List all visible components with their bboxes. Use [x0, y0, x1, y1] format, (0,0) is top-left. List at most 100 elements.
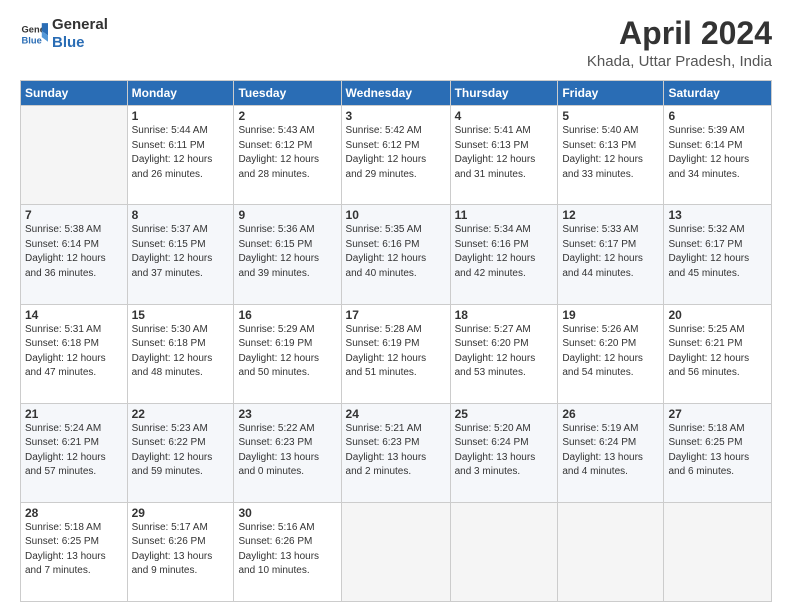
day-number: 21 [25, 407, 123, 421]
day-info: Sunrise: 5:39 AM Sunset: 6:14 PM Dayligh… [668, 124, 767, 182]
calendar-week-row-4: 21Sunrise: 5:24 AM Sunset: 6:21 PM Dayli… [21, 403, 772, 502]
day-number: 1 [132, 109, 230, 123]
calendar-week-row-2: 7Sunrise: 5:38 AM Sunset: 6:14 PM Daylig… [21, 205, 772, 304]
calendar-cell: 15Sunrise: 5:30 AM Sunset: 6:18 PM Dayli… [127, 304, 234, 403]
calendar-week-row-5: 28Sunrise: 5:18 AM Sunset: 6:25 PM Dayli… [21, 502, 772, 601]
calendar-cell: 5Sunrise: 5:40 AM Sunset: 6:13 PM Daylig… [558, 106, 664, 205]
page: General Blue General Blue April 2024 Kha… [0, 0, 792, 612]
logo-text: General Blue [52, 16, 108, 52]
day-number: 26 [562, 407, 659, 421]
calendar-cell: 30Sunrise: 5:16 AM Sunset: 6:26 PM Dayli… [234, 502, 341, 601]
day-info: Sunrise: 5:25 AM Sunset: 6:21 PM Dayligh… [668, 323, 767, 381]
header: General Blue General Blue April 2024 Kha… [20, 16, 772, 70]
calendar-cell: 10Sunrise: 5:35 AM Sunset: 6:16 PM Dayli… [341, 205, 450, 304]
day-number: 11 [455, 208, 554, 222]
day-number: 19 [562, 308, 659, 322]
day-info: Sunrise: 5:19 AM Sunset: 6:24 PM Dayligh… [562, 422, 659, 480]
day-info: Sunrise: 5:38 AM Sunset: 6:14 PM Dayligh… [25, 223, 123, 281]
col-friday: Friday [558, 81, 664, 106]
day-info: Sunrise: 5:26 AM Sunset: 6:20 PM Dayligh… [562, 323, 659, 381]
day-info: Sunrise: 5:41 AM Sunset: 6:13 PM Dayligh… [455, 124, 554, 182]
calendar-cell: 24Sunrise: 5:21 AM Sunset: 6:23 PM Dayli… [341, 403, 450, 502]
day-number: 3 [346, 109, 446, 123]
calendar-cell: 17Sunrise: 5:28 AM Sunset: 6:19 PM Dayli… [341, 304, 450, 403]
calendar-cell: 13Sunrise: 5:32 AM Sunset: 6:17 PM Dayli… [664, 205, 772, 304]
calendar-cell: 18Sunrise: 5:27 AM Sunset: 6:20 PM Dayli… [450, 304, 558, 403]
day-number: 25 [455, 407, 554, 421]
day-info: Sunrise: 5:18 AM Sunset: 6:25 PM Dayligh… [25, 521, 123, 579]
calendar-cell: 14Sunrise: 5:31 AM Sunset: 6:18 PM Dayli… [21, 304, 128, 403]
day-number: 27 [668, 407, 767, 421]
day-info: Sunrise: 5:36 AM Sunset: 6:15 PM Dayligh… [238, 223, 336, 281]
day-info: Sunrise: 5:35 AM Sunset: 6:16 PM Dayligh… [346, 223, 446, 281]
day-info: Sunrise: 5:27 AM Sunset: 6:20 PM Dayligh… [455, 323, 554, 381]
day-info: Sunrise: 5:42 AM Sunset: 6:12 PM Dayligh… [346, 124, 446, 182]
calendar-cell [450, 502, 558, 601]
col-monday: Monday [127, 81, 234, 106]
calendar-cell: 6Sunrise: 5:39 AM Sunset: 6:14 PM Daylig… [664, 106, 772, 205]
calendar-cell: 1Sunrise: 5:44 AM Sunset: 6:11 PM Daylig… [127, 106, 234, 205]
day-number: 28 [25, 506, 123, 520]
day-number: 7 [25, 208, 123, 222]
calendar-cell: 29Sunrise: 5:17 AM Sunset: 6:26 PM Dayli… [127, 502, 234, 601]
col-sunday: Sunday [21, 81, 128, 106]
day-info: Sunrise: 5:33 AM Sunset: 6:17 PM Dayligh… [562, 223, 659, 281]
calendar-cell: 12Sunrise: 5:33 AM Sunset: 6:17 PM Dayli… [558, 205, 664, 304]
calendar-cell: 2Sunrise: 5:43 AM Sunset: 6:12 PM Daylig… [234, 106, 341, 205]
day-info: Sunrise: 5:31 AM Sunset: 6:18 PM Dayligh… [25, 323, 123, 381]
day-info: Sunrise: 5:43 AM Sunset: 6:12 PM Dayligh… [238, 124, 336, 182]
main-title: April 2024 [587, 16, 772, 51]
day-number: 2 [238, 109, 336, 123]
day-info: Sunrise: 5:17 AM Sunset: 6:26 PM Dayligh… [132, 521, 230, 579]
day-number: 14 [25, 308, 123, 322]
day-number: 10 [346, 208, 446, 222]
day-info: Sunrise: 5:29 AM Sunset: 6:19 PM Dayligh… [238, 323, 336, 381]
day-info: Sunrise: 5:30 AM Sunset: 6:18 PM Dayligh… [132, 323, 230, 381]
calendar-cell: 23Sunrise: 5:22 AM Sunset: 6:23 PM Dayli… [234, 403, 341, 502]
day-number: 30 [238, 506, 336, 520]
day-info: Sunrise: 5:20 AM Sunset: 6:24 PM Dayligh… [455, 422, 554, 480]
col-thursday: Thursday [450, 81, 558, 106]
calendar-cell: 11Sunrise: 5:34 AM Sunset: 6:16 PM Dayli… [450, 205, 558, 304]
day-number: 18 [455, 308, 554, 322]
calendar-cell: 26Sunrise: 5:19 AM Sunset: 6:24 PM Dayli… [558, 403, 664, 502]
calendar-cell: 21Sunrise: 5:24 AM Sunset: 6:21 PM Dayli… [21, 403, 128, 502]
day-number: 22 [132, 407, 230, 421]
calendar-cell [21, 106, 128, 205]
day-number: 23 [238, 407, 336, 421]
day-info: Sunrise: 5:16 AM Sunset: 6:26 PM Dayligh… [238, 521, 336, 579]
calendar-cell: 3Sunrise: 5:42 AM Sunset: 6:12 PM Daylig… [341, 106, 450, 205]
subtitle: Khada, Uttar Pradesh, India [587, 53, 772, 70]
day-info: Sunrise: 5:32 AM Sunset: 6:17 PM Dayligh… [668, 223, 767, 281]
logo-icon: General Blue [20, 20, 48, 48]
day-number: 6 [668, 109, 767, 123]
col-wednesday: Wednesday [341, 81, 450, 106]
day-number: 4 [455, 109, 554, 123]
day-number: 24 [346, 407, 446, 421]
day-info: Sunrise: 5:28 AM Sunset: 6:19 PM Dayligh… [346, 323, 446, 381]
calendar-cell: 9Sunrise: 5:36 AM Sunset: 6:15 PM Daylig… [234, 205, 341, 304]
calendar-week-row-3: 14Sunrise: 5:31 AM Sunset: 6:18 PM Dayli… [21, 304, 772, 403]
day-number: 16 [238, 308, 336, 322]
calendar-cell [664, 502, 772, 601]
logo: General Blue General Blue [20, 16, 108, 52]
title-block: April 2024 Khada, Uttar Pradesh, India [587, 16, 772, 70]
day-info: Sunrise: 5:22 AM Sunset: 6:23 PM Dayligh… [238, 422, 336, 480]
day-number: 13 [668, 208, 767, 222]
calendar-week-row-1: 1Sunrise: 5:44 AM Sunset: 6:11 PM Daylig… [21, 106, 772, 205]
day-number: 15 [132, 308, 230, 322]
calendar-cell [558, 502, 664, 601]
calendar-table: Sunday Monday Tuesday Wednesday Thursday… [20, 80, 772, 602]
day-info: Sunrise: 5:23 AM Sunset: 6:22 PM Dayligh… [132, 422, 230, 480]
col-saturday: Saturday [664, 81, 772, 106]
day-info: Sunrise: 5:18 AM Sunset: 6:25 PM Dayligh… [668, 422, 767, 480]
day-number: 29 [132, 506, 230, 520]
day-number: 8 [132, 208, 230, 222]
day-number: 9 [238, 208, 336, 222]
day-number: 17 [346, 308, 446, 322]
day-info: Sunrise: 5:21 AM Sunset: 6:23 PM Dayligh… [346, 422, 446, 480]
calendar-cell: 27Sunrise: 5:18 AM Sunset: 6:25 PM Dayli… [664, 403, 772, 502]
calendar-cell: 8Sunrise: 5:37 AM Sunset: 6:15 PM Daylig… [127, 205, 234, 304]
day-info: Sunrise: 5:34 AM Sunset: 6:16 PM Dayligh… [455, 223, 554, 281]
day-number: 5 [562, 109, 659, 123]
